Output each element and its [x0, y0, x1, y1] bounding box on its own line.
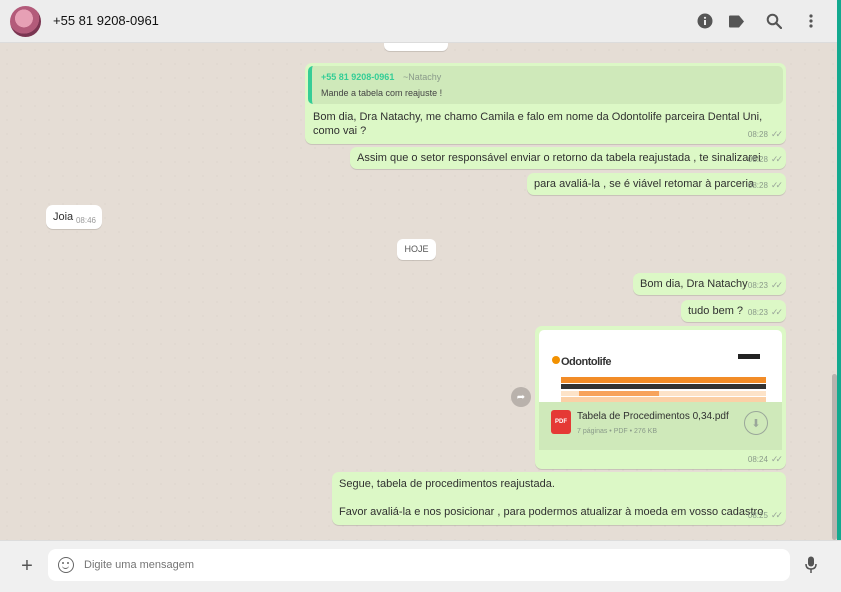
pdf-icon: PDF — [551, 410, 571, 434]
download-icon[interactable]: ⬇ — [744, 411, 768, 435]
document-name: Tabela de Procedimentos 0,34.pdf — [577, 411, 729, 422]
message-meta: 08:23 ✓✓ — [747, 307, 783, 318]
message-time: 08:46 — [75, 216, 96, 225]
window-edge — [837, 0, 841, 540]
label-icon[interactable] — [727, 12, 745, 30]
message-bubble-out[interactable]: +55 81 9208-0961 ~Natachy Mande a tabela… — [305, 63, 786, 144]
brand-logo-icon — [552, 356, 560, 364]
info-icon[interactable] — [696, 12, 714, 30]
message-text-line: Segue, tabela de procedimentos reajustad… — [339, 478, 555, 490]
message-time: 08:28 — [747, 181, 768, 190]
message-meta: 08:46 — [76, 216, 96, 225]
document-info: 7 páginas • PDF • 276 KB — [577, 428, 658, 435]
forward-icon[interactable]: ➦ — [511, 387, 531, 407]
avatar[interactable] — [10, 6, 41, 37]
double-check-icon: ✓✓ — [770, 154, 783, 164]
chat-header: +55 81 9208-0961 — [0, 0, 841, 43]
chat-area[interactable]: +55 81 9208-0961 ~Natachy Mande a tabela… — [0, 43, 837, 540]
message-text: Bom dia, Dra Natachy, me chamo Camila e … — [313, 111, 763, 137]
document-bar[interactable]: PDF Tabela de Procedimentos 0,34.pdf 7 p… — [539, 402, 782, 450]
attach-plus-icon[interactable]: + — [17, 555, 37, 578]
preview-stamp — [738, 354, 760, 359]
message-meta: 08:25 ✓✓ — [747, 510, 783, 521]
chat-scrollbar[interactable] — [832, 374, 837, 540]
date-divider: HOJE — [397, 239, 436, 260]
double-check-icon: ✓✓ — [770, 180, 783, 190]
message-meta: 08:28 ✓✓ — [747, 154, 783, 165]
message-time: 08:24 — [747, 455, 768, 464]
message-text: para avaliá-la , se é viável retomar à p… — [534, 178, 755, 190]
preview-table-band — [561, 384, 766, 389]
message-input[interactable] — [84, 549, 774, 581]
emoji-icon[interactable] — [58, 557, 74, 573]
double-check-icon: ✓✓ — [770, 454, 783, 464]
message-input-box[interactable] — [48, 549, 790, 581]
contact-name[interactable]: +55 81 9208-0961 — [53, 13, 159, 28]
microphone-icon[interactable] — [803, 556, 819, 576]
quote-text: Mande a tabela com reajuste ! — [321, 88, 443, 98]
document-message[interactable]: Odontolife PDF Tabela de Procedimentos 0… — [535, 326, 786, 469]
message-text: Joia — [53, 211, 74, 223]
message-text: Bom dia, Dra Natachy — [640, 278, 748, 290]
message-time: 08:28 — [747, 155, 768, 164]
document-preview[interactable]: Odontolife — [539, 330, 782, 402]
quote-pushname: ~Natachy — [403, 72, 442, 82]
message-time: 08:23 — [747, 308, 768, 317]
message-text: Assim que o setor responsável enviar o r… — [357, 152, 761, 164]
message-time: 08:28 — [747, 130, 768, 139]
preview-table-header — [561, 377, 766, 383]
message-meta: 08:24 ✓✓ — [747, 454, 783, 465]
message-meta: 08:28 ✓✓ — [747, 180, 783, 191]
message-bubble-out[interactable]: Bom dia, Dra Natachy 08:23 ✓✓ — [633, 273, 786, 295]
message-time: 08:23 — [747, 281, 768, 290]
menu-icon[interactable] — [802, 12, 820, 30]
double-check-icon: ✓✓ — [770, 129, 783, 139]
message-bubble-out[interactable]: Segue, tabela de procedimentos reajustad… — [332, 472, 786, 525]
message-bubble-in[interactable]: Joia 08:46 — [46, 205, 102, 229]
message-time: 08:25 — [747, 511, 768, 520]
search-icon[interactable] — [765, 12, 783, 30]
message-text: tudo bem ? — [688, 305, 744, 317]
message-meta: 08:23 ✓✓ — [747, 280, 783, 291]
date-divider-partial — [384, 43, 448, 51]
message-text-line: Favor avaliá-la e nos posicionar , para … — [339, 506, 764, 518]
message-bubble-out[interactable]: Assim que o setor responsável enviar o r… — [350, 147, 786, 169]
preview-table-cell — [579, 391, 659, 396]
double-check-icon: ✓✓ — [770, 280, 783, 290]
preview-brand: Odontolife — [561, 356, 612, 368]
message-meta: 08:28 ✓✓ — [747, 129, 783, 140]
compose-bar: + — [0, 540, 841, 592]
message-bubble-out[interactable]: tudo bem ? 08:23 ✓✓ — [681, 300, 786, 322]
double-check-icon: ✓✓ — [770, 307, 783, 317]
double-check-icon: ✓✓ — [770, 510, 783, 520]
quote-author: +55 81 9208-0961 — [321, 72, 395, 82]
message-bubble-out[interactable]: para avaliá-la , se é viável retomar à p… — [527, 173, 786, 195]
quoted-message[interactable]: +55 81 9208-0961 ~Natachy Mande a tabela… — [308, 66, 783, 104]
